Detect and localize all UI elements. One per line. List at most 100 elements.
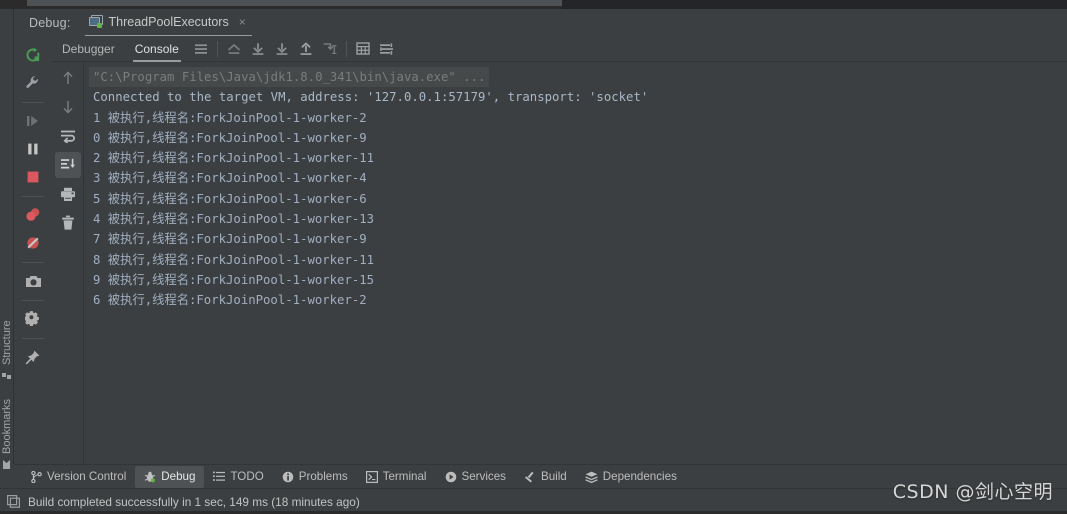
tab-problems[interactable]: Problems	[273, 466, 357, 488]
console-line: 0 被执行,线程名:ForkJoinPool-1-worker-9	[89, 128, 1067, 148]
print-icon	[60, 187, 75, 201]
toolbar-separator	[22, 300, 44, 301]
camera-icon	[25, 275, 41, 287]
settings-lines-button[interactable]	[375, 37, 399, 61]
tab-debug[interactable]: Debug	[135, 465, 205, 488]
pause-program-button[interactable]	[18, 136, 48, 162]
tab-console-label: Console	[134, 41, 179, 56]
menu-lines-button[interactable]	[189, 37, 213, 61]
stop-button[interactable]	[18, 164, 48, 190]
settings-gear-icon	[25, 311, 39, 326]
console-line-text: 4 被执行,线程名:ForkJoinPool-1-worker-13	[93, 212, 375, 227]
debug-actions-toolbar	[14, 36, 52, 464]
debug-tab-toolbar: Debugger Console	[52, 36, 1067, 62]
pin-tab-button[interactable]	[18, 344, 48, 370]
run-to-cursor-button[interactable]	[318, 37, 342, 61]
view-breakpoints-button[interactable]	[18, 202, 48, 228]
toolbar-separator	[22, 196, 44, 197]
dependencies-layers-icon	[585, 471, 598, 483]
mute-breakpoints-icon	[27, 237, 39, 249]
tab-terminal[interactable]: Terminal	[357, 466, 436, 488]
tab-todo[interactable]: TODO	[204, 466, 272, 488]
stop-icon	[27, 171, 39, 183]
tab-services[interactable]: Services	[436, 466, 515, 488]
console-line-text: 7 被执行,线程名:ForkJoinPool-1-worker-9	[93, 232, 367, 247]
tab-debugger[interactable]: Debugger	[52, 36, 125, 62]
console-lines: "C:\Program Files\Java\jdk1.8.0_341\bin\…	[89, 67, 1067, 311]
build-window-icon[interactable]	[7, 495, 20, 508]
console-line: 7 被执行,线程名:ForkJoinPool-1-worker-9	[89, 229, 1067, 249]
scroll-to-end-button[interactable]	[54, 152, 81, 178]
top-right-strip	[562, 0, 1067, 9]
step-over-icon	[252, 42, 264, 55]
step-over-button[interactable]	[246, 37, 270, 61]
debug-header-bar: Debug: ThreadPoolExecutors ×	[14, 9, 1067, 37]
console-output[interactable]: "C:\Program Files\Java\jdk1.8.0_341\bin\…	[84, 62, 1067, 464]
console-line: 3 被执行,线程名:ForkJoinPool-1-worker-4	[89, 168, 1067, 188]
console-line-text: 2 被执行,线程名:ForkJoinPool-1-worker-11	[93, 151, 375, 166]
tab-version-control[interactable]: Version Control	[22, 466, 135, 488]
settings-button[interactable]	[18, 306, 48, 332]
top-editor-strip	[27, 0, 562, 6]
console-line-text: 1 被执行,线程名:ForkJoinPool-1-worker-2	[93, 110, 367, 125]
console-line: 9 被执行,线程名:ForkJoinPool-1-worker-15	[89, 270, 1067, 290]
console-line: 6 被执行,线程名:ForkJoinPool-1-worker-2	[89, 290, 1067, 310]
console-actions-toolbar	[52, 62, 84, 464]
hammer-icon	[524, 471, 534, 482]
tab-build-label: Build	[540, 470, 567, 483]
step-out-button[interactable]	[222, 37, 246, 61]
tab-console[interactable]: Console	[125, 36, 189, 62]
edit-configuration-button[interactable]	[18, 70, 48, 96]
soft-wrap-button[interactable]	[55, 123, 81, 149]
bug-icon	[145, 471, 156, 482]
console-line-text: 9 被执行,线程名:ForkJoinPool-1-worker-15	[93, 272, 375, 287]
terminal-icon	[365, 470, 378, 483]
tab-dependencies-label: Dependencies	[602, 470, 677, 483]
step-into-button[interactable]	[270, 37, 294, 61]
tab-build[interactable]: Build	[515, 466, 576, 488]
app-window-icon	[88, 15, 103, 28]
console-line-text: 6 被执行,线程名:ForkJoinPool-1-worker-2	[93, 293, 367, 308]
view-breakpoints-icon	[26, 208, 40, 221]
structure-icon	[2, 373, 12, 379]
sidebar-item-bookmarks[interactable]: Bookmarks	[0, 389, 14, 469]
step-out-icon	[227, 43, 240, 54]
bookmark-icon	[3, 460, 11, 469]
step-into-icon	[276, 42, 288, 55]
tab-debugger-label: Debugger	[62, 41, 115, 56]
rerun-button[interactable]	[18, 42, 48, 68]
run-to-cursor-icon	[323, 42, 337, 54]
tab-services-label: Services	[461, 470, 506, 483]
clear-all-button[interactable]	[55, 210, 81, 236]
rerun-icon	[26, 47, 40, 62]
resume-program-icon	[27, 116, 38, 126]
console-line: 5 被执行,线程名:ForkJoinPool-1-worker-6	[89, 189, 1067, 209]
wrench-icon	[26, 76, 38, 88]
trash-icon	[61, 215, 74, 230]
mute-breakpoints-button[interactable]	[18, 230, 48, 256]
branch-icon	[31, 470, 42, 483]
sidebar-item-structure[interactable]: Structure	[0, 299, 14, 379]
thread-dump-button[interactable]	[18, 268, 48, 294]
soft-wrap-icon	[60, 130, 75, 143]
left-tool-window-stripe: Structure Bookmarks	[0, 9, 14, 469]
scroll-to-end-icon	[60, 158, 75, 169]
print-button[interactable]	[55, 181, 81, 207]
run-configuration-name: ThreadPoolExecutors	[108, 14, 229, 29]
console-line-text: 3 被执行,线程名:ForkJoinPool-1-worker-4	[93, 171, 367, 186]
run-configuration-tab[interactable]: ThreadPoolExecutors ×	[84, 13, 252, 37]
services-play-icon	[445, 471, 456, 482]
evaluate-table-button[interactable]	[351, 37, 375, 61]
close-icon[interactable]: ×	[239, 15, 246, 29]
console-line: 4 被执行,线程名:ForkJoinPool-1-worker-13	[89, 209, 1067, 229]
console-line-text: 0 被执行,线程名:ForkJoinPool-1-worker-9	[93, 130, 367, 145]
resume-program-button[interactable]	[18, 108, 48, 134]
force-step-into-icon	[300, 42, 312, 55]
console-line: 1 被执行,线程名:ForkJoinPool-1-worker-2	[89, 108, 1067, 128]
down-stack-button[interactable]	[55, 94, 81, 120]
tab-dependencies[interactable]: Dependencies	[576, 466, 686, 488]
pin-icon	[25, 350, 40, 365]
toolbar-separator	[345, 40, 347, 57]
force-step-into-button[interactable]	[294, 37, 318, 61]
up-stack-button[interactable]	[55, 65, 81, 91]
